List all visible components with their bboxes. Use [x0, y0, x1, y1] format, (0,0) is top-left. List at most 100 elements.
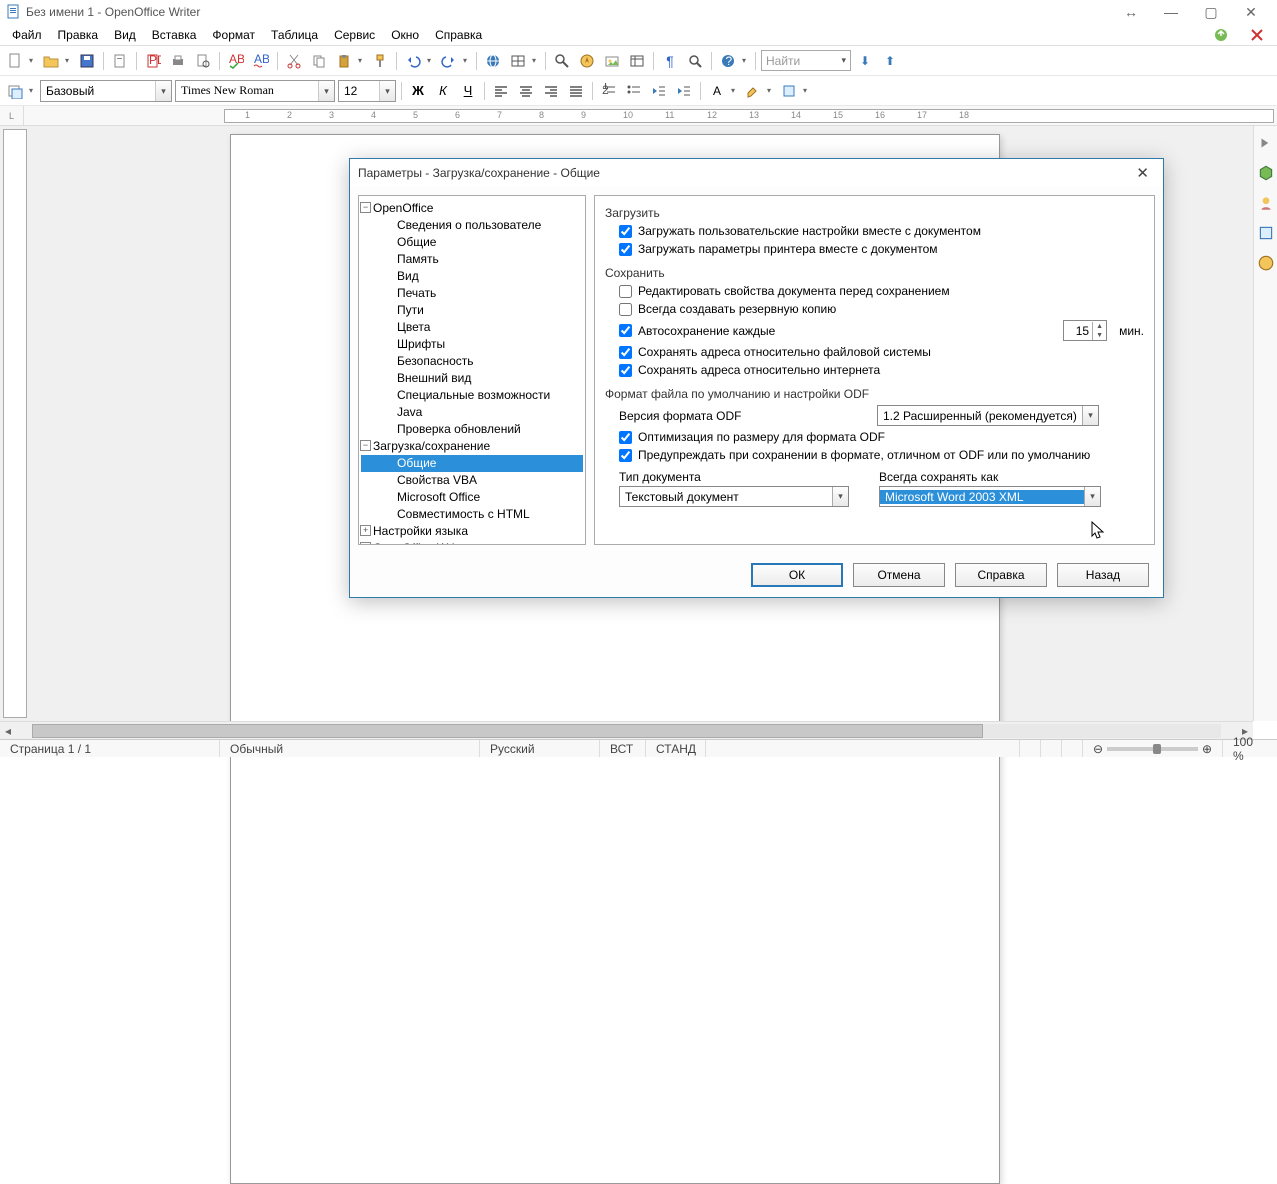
open-button[interactable] — [40, 50, 62, 72]
print-preview-button[interactable] — [192, 50, 214, 72]
dialog-titlebar[interactable]: Параметры - Загрузка/сохранение - Общие … — [350, 159, 1163, 187]
print-button[interactable] — [167, 50, 189, 72]
status-language[interactable]: Русский — [480, 740, 600, 757]
zoom-value[interactable]: 100 % — [1223, 740, 1277, 757]
bold-button[interactable]: Ж — [407, 80, 429, 102]
sidebar-gallery-icon[interactable] — [1257, 194, 1275, 212]
tree-item[interactable]: Сведения о пользователе — [361, 217, 583, 234]
checkbox-load-printer-settings[interactable] — [619, 243, 632, 256]
checkbox-warn-alien-format[interactable] — [619, 449, 632, 462]
checkbox-rel-fs[interactable] — [619, 346, 632, 359]
view-book-icon[interactable] — [1062, 740, 1083, 757]
tree-item[interactable]: Специальные возможности — [361, 387, 583, 404]
odf-version-dropdown[interactable]: 1.2 Расширенный (рекомендуется)▾ — [877, 405, 1099, 426]
format-paintbrush-button[interactable] — [369, 50, 391, 72]
menu-tools[interactable]: Сервис — [328, 26, 381, 44]
tree-item[interactable]: Вид — [361, 268, 583, 285]
update-icon[interactable] — [1213, 27, 1229, 43]
status-insert-mode[interactable]: ВСТ — [600, 740, 646, 757]
sidebar-3d-icon[interactable] — [1257, 164, 1275, 182]
tree-item[interactable]: Цвета — [361, 319, 583, 336]
font-color-button[interactable]: A — [706, 80, 728, 102]
tree-item[interactable]: Java — [361, 404, 583, 421]
align-right-button[interactable] — [540, 80, 562, 102]
styles-button[interactable] — [4, 80, 26, 102]
close-doc-icon[interactable] — [1249, 27, 1265, 43]
ok-button[interactable]: ОК — [751, 563, 843, 587]
tree-load-save[interactable]: −Загрузка/сохранение — [361, 438, 583, 455]
checkbox-backup[interactable] — [619, 303, 632, 316]
tree-item[interactable]: Шрифты — [361, 336, 583, 353]
status-page[interactable]: Страница 1 / 1 — [0, 740, 220, 757]
redo-button[interactable] — [438, 50, 460, 72]
font-name-combo[interactable]: Times New Roman▾ — [175, 80, 335, 102]
checkbox-edit-props[interactable] — [619, 285, 632, 298]
zoom-button[interactable] — [684, 50, 706, 72]
view-multi-page-icon[interactable] — [1041, 740, 1062, 757]
help-button[interactable]: ? — [717, 50, 739, 72]
resize-horizontal-icon[interactable]: ↔ — [1111, 0, 1151, 24]
doctype-dropdown[interactable]: Текстовый документ▾ — [619, 486, 849, 507]
undo-button[interactable] — [402, 50, 424, 72]
tree-item[interactable]: Проверка обновлений — [361, 421, 583, 438]
nonprinting-button[interactable]: ¶ — [659, 50, 681, 72]
paragraph-style-combo[interactable]: Базовый▾ — [40, 80, 172, 102]
help-dropdown-icon[interactable]: ▾ — [742, 56, 750, 65]
horizontal-ruler[interactable]: 123456789101112131415161718 — [224, 109, 1274, 123]
tree-item[interactable]: Печать — [361, 285, 583, 302]
tree-lang-settings[interactable]: +Настройки языка — [361, 523, 583, 540]
maximize-button[interactable]: ▢ — [1191, 0, 1231, 24]
help-button[interactable]: Справка — [955, 563, 1047, 587]
find-replace-button[interactable] — [551, 50, 573, 72]
zoom-slider[interactable]: ⊖ ⊕ — [1083, 740, 1223, 757]
menu-file[interactable]: Файл — [6, 26, 48, 44]
save-button[interactable] — [76, 50, 98, 72]
saveas-dropdown[interactable]: Microsoft Word 2003 XML▾ — [879, 486, 1101, 507]
navigator-button[interactable] — [576, 50, 598, 72]
paste-dropdown-icon[interactable]: ▾ — [358, 56, 366, 65]
new-doc-button[interactable] — [4, 50, 26, 72]
tree-item[interactable]: Безопасность — [361, 353, 583, 370]
cut-button[interactable] — [283, 50, 305, 72]
copy-button[interactable] — [308, 50, 330, 72]
status-style[interactable]: Обычный — [220, 740, 480, 757]
minimize-button[interactable]: — — [1151, 0, 1191, 24]
find-prev-button[interactable]: ⬇ — [854, 50, 876, 72]
spellcheck-button[interactable]: AB — [225, 50, 247, 72]
underline-button[interactable]: Ч — [457, 80, 479, 102]
sidebar-toggle-icon[interactable] — [1257, 134, 1275, 152]
tree-item[interactable]: Внешний вид — [361, 370, 583, 387]
find-field[interactable]: Найти▾ — [761, 50, 851, 71]
menu-format[interactable]: Формат — [206, 26, 261, 44]
bg-color-dropdown-icon[interactable]: ▾ — [803, 86, 811, 95]
align-center-button[interactable] — [515, 80, 537, 102]
checkbox-autosave[interactable] — [619, 324, 632, 337]
align-left-button[interactable] — [490, 80, 512, 102]
sidebar-navigator-icon[interactable] — [1257, 254, 1275, 272]
find-next-button[interactable]: ⬆ — [879, 50, 901, 72]
scroll-thumb[interactable] — [32, 724, 983, 738]
zoom-in-icon[interactable]: ⊕ — [1202, 742, 1212, 756]
increase-indent-button[interactable] — [673, 80, 695, 102]
align-justify-button[interactable] — [565, 80, 587, 102]
autosave-interval-spinner[interactable]: 15 ▲▼ — [1063, 320, 1107, 341]
font-color-dropdown-icon[interactable]: ▾ — [731, 86, 739, 95]
view-single-page-icon[interactable] — [1020, 740, 1041, 757]
spinner-up-icon[interactable]: ▲ — [1093, 322, 1106, 331]
menu-insert[interactable]: Вставка — [146, 26, 203, 44]
tree-writer[interactable]: +OpenOffice Writer — [361, 540, 583, 545]
font-size-combo[interactable]: 12▾ — [338, 80, 396, 102]
highlight-dropdown-icon[interactable]: ▾ — [767, 86, 775, 95]
tree-item[interactable]: Microsoft Office — [361, 489, 583, 506]
checkbox-rel-internet[interactable] — [619, 364, 632, 377]
scroll-track[interactable] — [32, 724, 1221, 738]
redo-dropdown-icon[interactable]: ▾ — [463, 56, 471, 65]
horizontal-scrollbar[interactable]: ◂ ▸ — [0, 721, 1253, 739]
zoom-out-icon[interactable]: ⊖ — [1093, 742, 1103, 756]
decrease-indent-button[interactable] — [648, 80, 670, 102]
edit-doc-button[interactable] — [109, 50, 131, 72]
menu-table[interactable]: Таблица — [265, 26, 324, 44]
sidebar-styles-icon[interactable] — [1257, 224, 1275, 242]
menu-view[interactable]: Вид — [108, 26, 142, 44]
paste-button[interactable] — [333, 50, 355, 72]
